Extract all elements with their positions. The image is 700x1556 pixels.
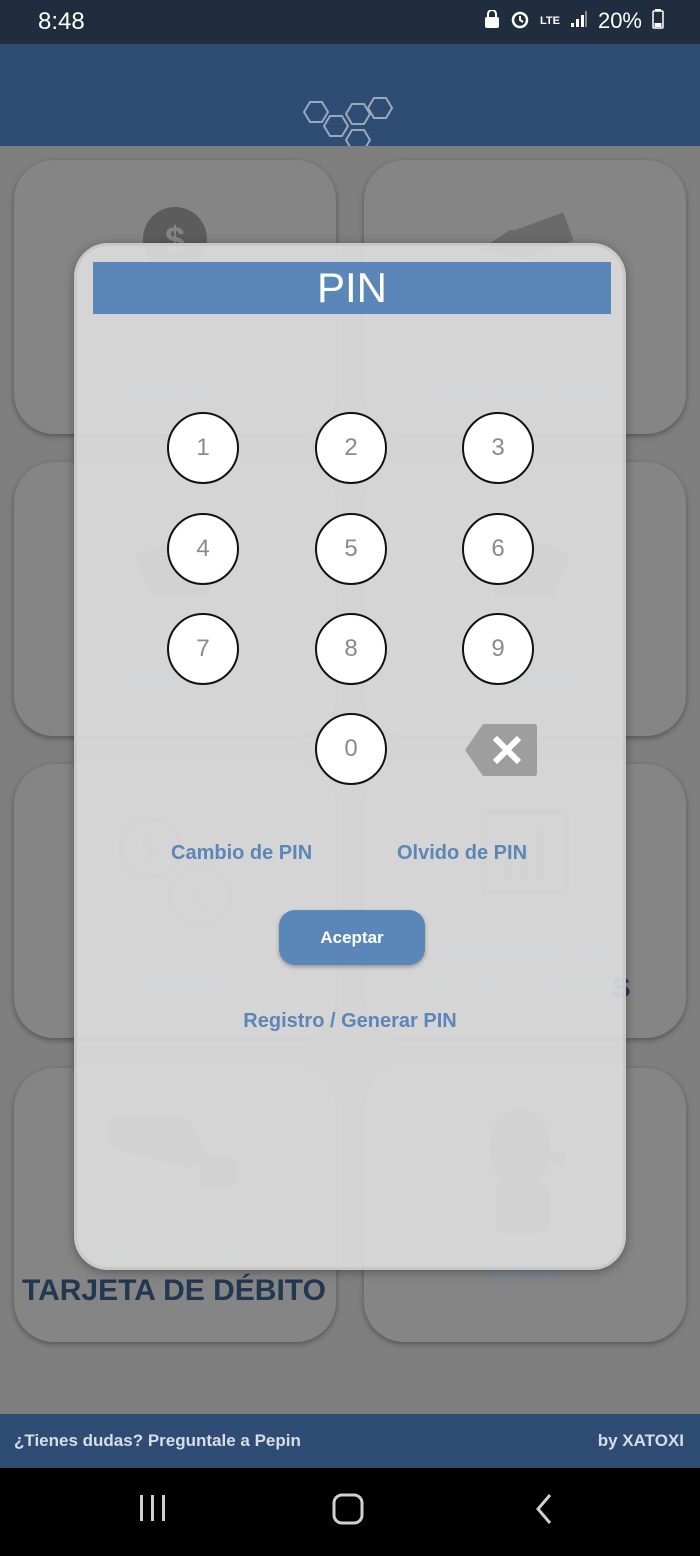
- battery-percent: 20%: [597, 8, 642, 33]
- home-icon[interactable]: [331, 1490, 365, 1535]
- status-time: 8:48: [38, 8, 85, 35]
- key-4[interactable]: 4: [167, 513, 239, 585]
- forgot-pin-link[interactable]: Olvido de PIN: [397, 842, 527, 865]
- lte-icon: LTE: [539, 15, 560, 27]
- debit-card-label: TARJETA DE DÉBITO: [22, 1274, 326, 1307]
- system-nav-bar: [0, 1468, 700, 1556]
- key-3[interactable]: 3: [462, 412, 534, 484]
- backspace-icon[interactable]: [463, 722, 539, 783]
- back-icon[interactable]: [532, 1490, 556, 1535]
- recents-icon[interactable]: [138, 1490, 168, 1535]
- help-link[interactable]: ¿Tienes dudas? Preguntale a Pepin: [14, 1431, 301, 1451]
- battery-icon: [652, 8, 664, 34]
- key-7[interactable]: 7: [167, 613, 239, 685]
- status-bar: 8:48 LTE 20%: [0, 0, 700, 44]
- app-bar: [0, 44, 700, 177]
- key-2[interactable]: 2: [315, 412, 387, 484]
- lock-icon: [484, 8, 500, 33]
- key-1[interactable]: 1: [167, 412, 239, 484]
- modal-title: PIN: [93, 262, 611, 314]
- key-8[interactable]: 8: [315, 613, 387, 685]
- signal-icon: [570, 10, 588, 33]
- status-icons: LTE 20%: [484, 8, 664, 34]
- key-9[interactable]: 9: [462, 613, 534, 685]
- register-pin-link[interactable]: Registro / Generar PIN: [77, 1010, 623, 1033]
- alarm-icon: [510, 9, 530, 34]
- key-0[interactable]: 0: [315, 713, 387, 785]
- key-6[interactable]: 6: [462, 513, 534, 585]
- accept-button[interactable]: Aceptar: [279, 910, 425, 965]
- pin-modal: PIN 1 2 3 4 5 6 7 8 9 0 Cambio de PIN Ol…: [74, 243, 626, 1270]
- key-5[interactable]: 5: [315, 513, 387, 585]
- footer-bar: ¿Tienes dudas? Preguntale a Pepin by XAT…: [0, 1414, 700, 1468]
- change-pin-link[interactable]: Cambio de PIN: [171, 842, 312, 865]
- credit-text: by XATOXI: [597, 1431, 684, 1450]
